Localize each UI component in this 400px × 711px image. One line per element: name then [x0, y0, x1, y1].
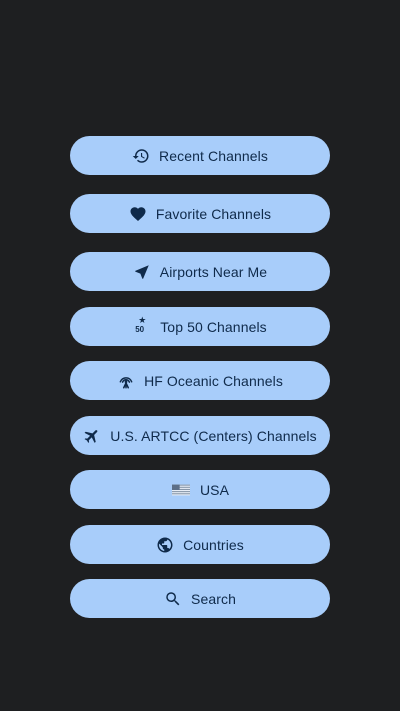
countries-button[interactable]: Countries [70, 525, 330, 564]
top-50-icon: ★ 50 [133, 314, 151, 336]
search-label: Search [191, 590, 236, 607]
antenna-icon [117, 372, 135, 390]
hf-oceanic-channels-label: HF Oceanic Channels [144, 372, 283, 389]
usa-button[interactable]: USA [70, 470, 330, 509]
favorite-channels-button[interactable]: Favorite Channels [70, 194, 330, 233]
star-icon: ★ [138, 314, 147, 325]
heart-icon [129, 205, 147, 223]
hf-oceanic-channels-button[interactable]: HF Oceanic Channels [70, 361, 330, 400]
top-50-channels-button[interactable]: ★ 50 Top 50 Channels [70, 307, 330, 346]
globe-icon [156, 536, 174, 554]
airports-near-me-label: Airports Near Me [159, 263, 268, 280]
top-50-icon-number: 50 [135, 324, 145, 334]
top-50-channels-label: Top 50 Channels [160, 318, 267, 335]
recent-channels-button[interactable]: Recent Channels [70, 136, 330, 175]
recent-channels-label: Recent Channels [159, 147, 268, 164]
airports-near-me-button[interactable]: Airports Near Me [70, 252, 330, 291]
favorite-channels-label: Favorite Channels [155, 205, 272, 222]
countries-label: Countries [183, 536, 244, 553]
search-icon [164, 590, 182, 608]
search-button[interactable]: Search [70, 579, 330, 618]
us-flag-icon [171, 481, 191, 499]
us-artcc-channels-label: U.S. ARTCC (Centers) Channels [110, 427, 317, 444]
us-artcc-channels-button[interactable]: U.S. ARTCC (Centers) Channels [70, 416, 330, 455]
airplane-icon [83, 427, 101, 445]
navigation-arrow-icon [133, 263, 151, 281]
usa-label: USA [199, 481, 230, 498]
history-icon [132, 147, 150, 165]
